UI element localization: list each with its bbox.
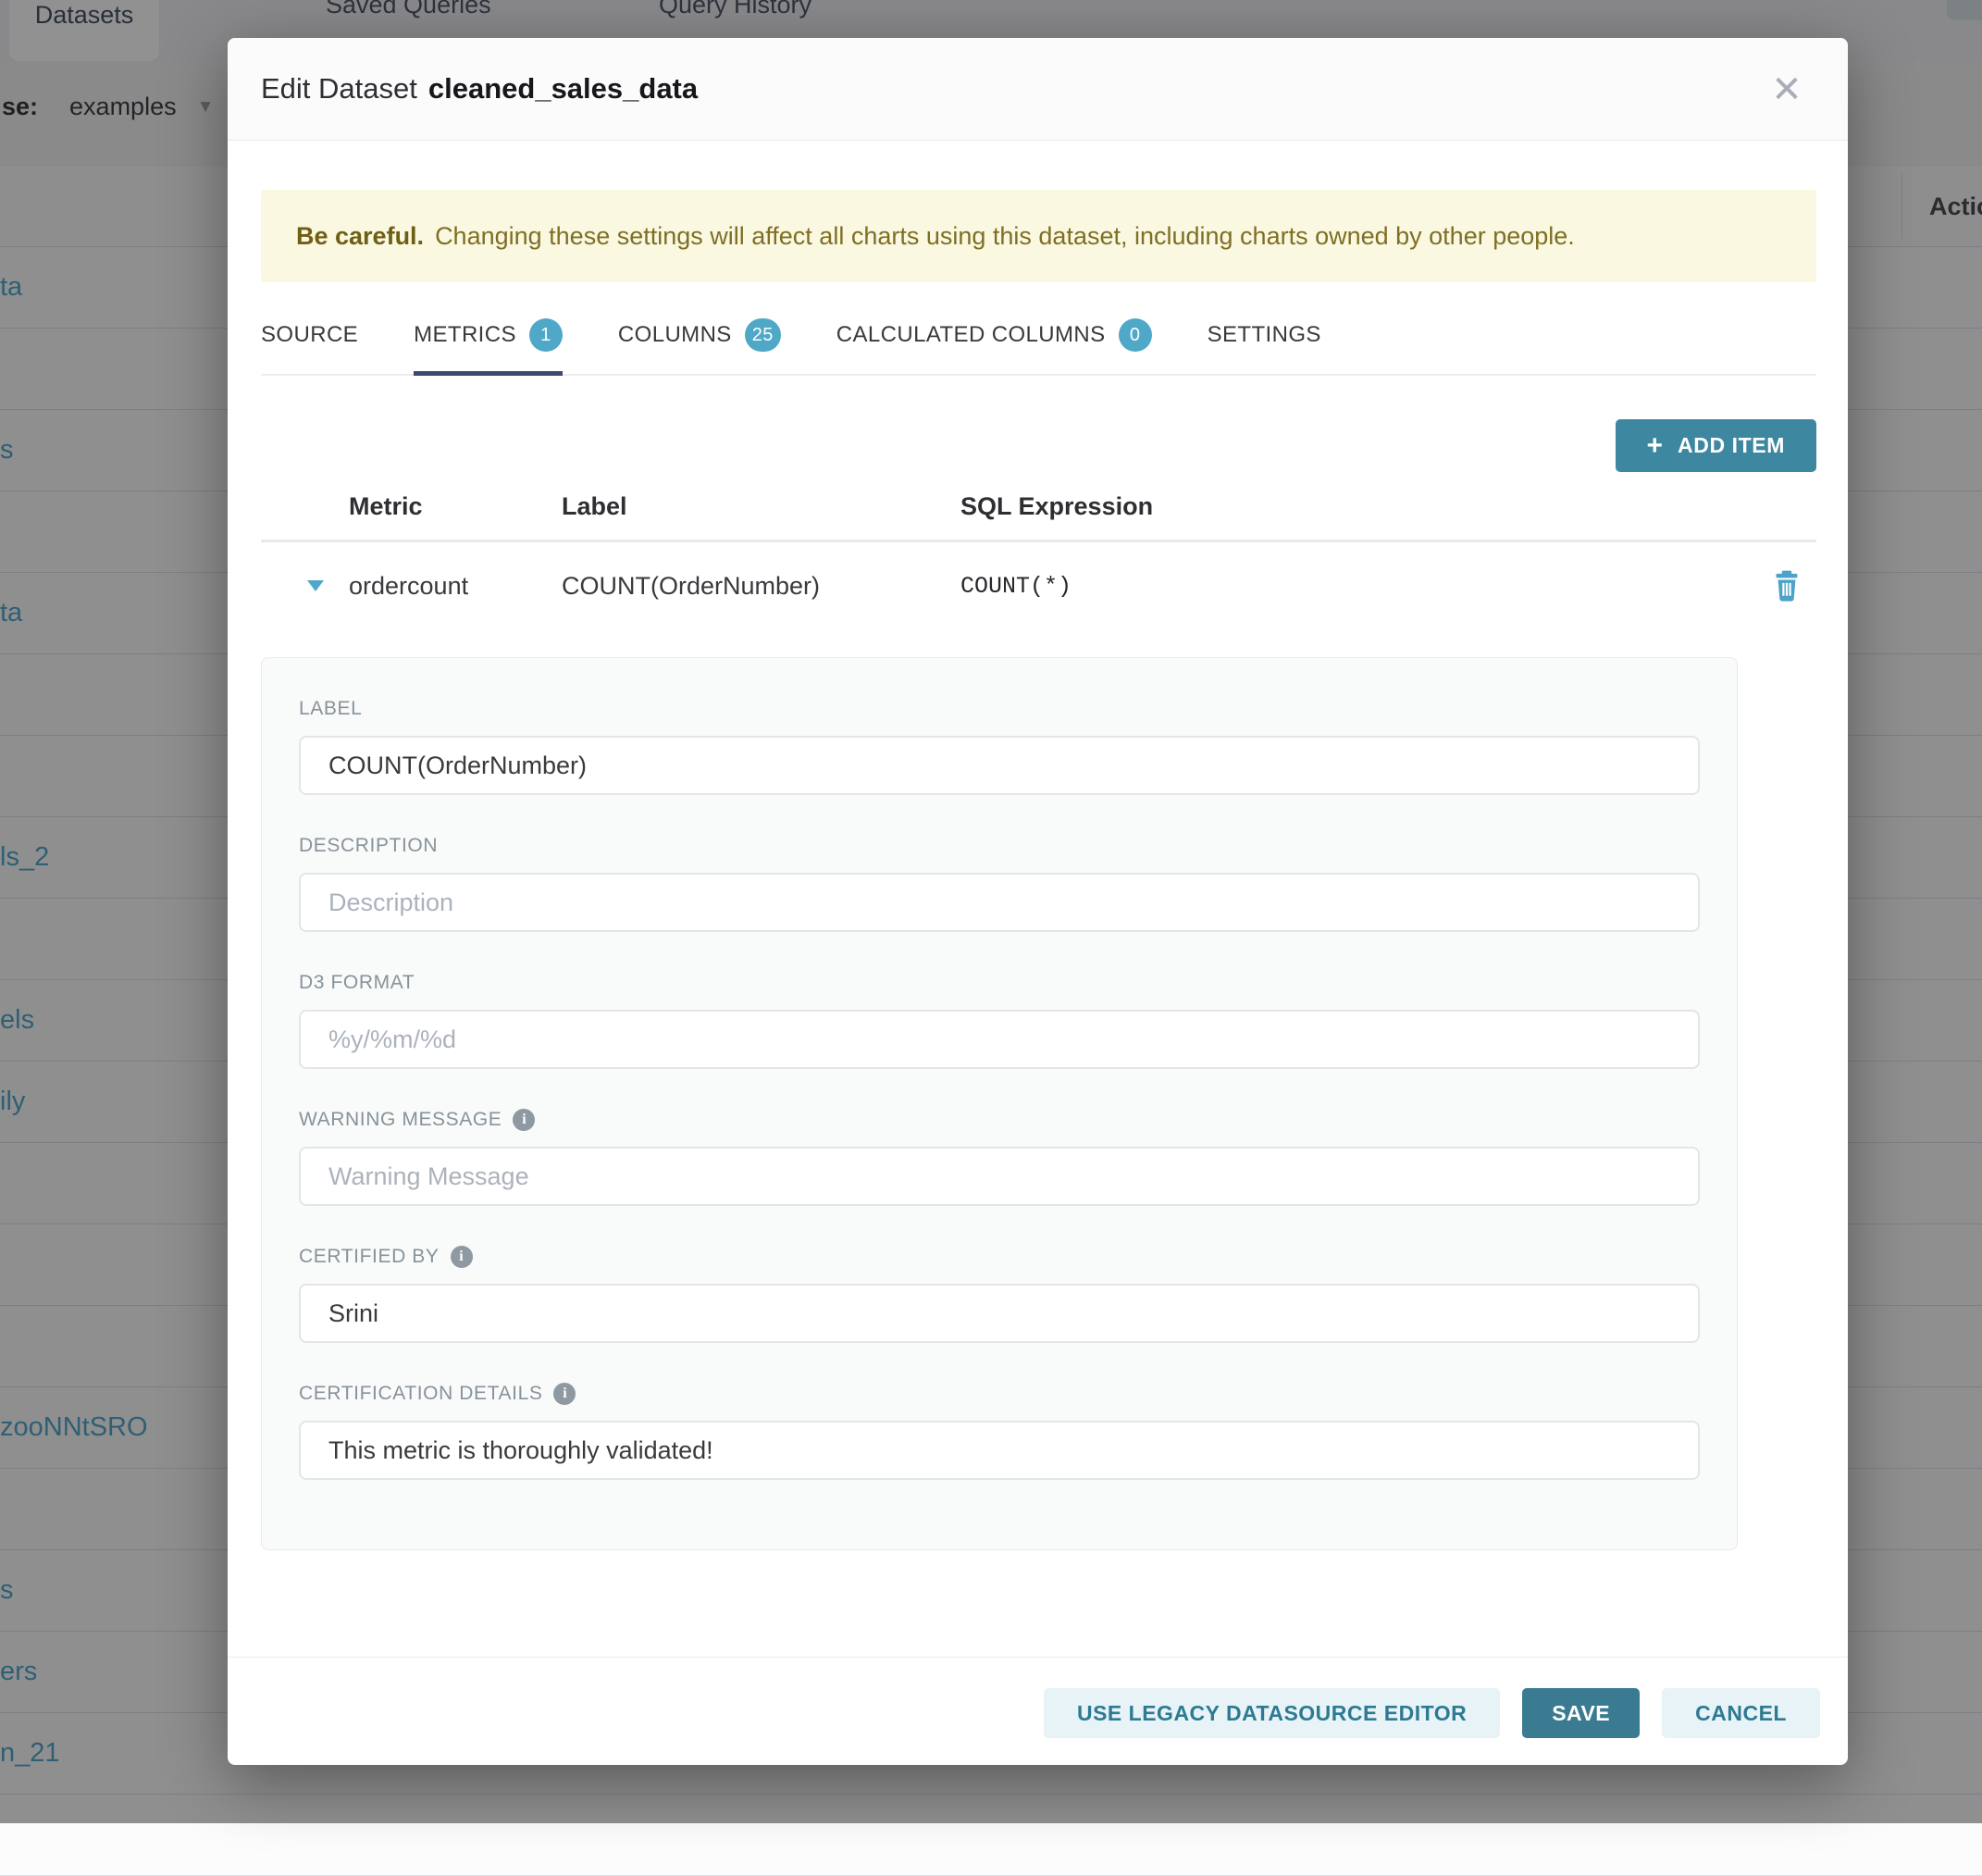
description-input[interactable] [299,873,1700,932]
save-button[interactable]: SAVE [1522,1688,1640,1738]
certified-by-field-title: CERTIFIED BY [299,1246,440,1268]
close-icon: ✕ [1771,71,1802,108]
tab-source-label: SOURCE [261,322,358,348]
modal-footer: USE LEGACY DATASOURCE EDITOR SAVE CANCEL [1044,1688,1820,1738]
metric-edit-panel: LABEL DESCRIPTION D3 FORMAT WARNING MESS… [261,657,1738,1550]
d3-format-field-group: D3 FORMAT [299,971,1700,1069]
tab-settings-label: SETTINGS [1208,322,1321,348]
columns-count-badge: 25 [745,318,781,352]
tab-source[interactable]: SOURCE [261,305,358,374]
delete-metric-button[interactable] [1772,570,1802,602]
tab-columns[interactable]: COLUMNS 25 [618,305,781,374]
certification-details-field-title: CERTIFICATION DETAILS [299,1383,542,1405]
warning-message-field-group: WARNING MESSAGE i [299,1108,1700,1206]
certification-details-field-group: CERTIFICATION DETAILS i [299,1382,1700,1480]
description-field-title: DESCRIPTION [299,835,438,857]
add-item-label: ADD ITEM [1678,433,1785,458]
use-legacy-datasource-editor-button[interactable]: USE LEGACY DATASOURCE EDITOR [1044,1688,1500,1738]
metrics-count-badge: 1 [529,318,563,352]
d3-format-input[interactable] [299,1010,1700,1069]
modal-tabs: SOURCE METRICS 1 COLUMNS 25 CALCULATED C… [261,305,1816,376]
modal-header: Edit Dataset cleaned_sales_data [228,38,1848,141]
info-icon[interactable]: i [513,1109,535,1131]
info-icon[interactable]: i [451,1246,473,1268]
footer-divider [228,1657,1848,1658]
metric-label-cell: COUNT(OrderNumber) [562,572,960,601]
metric-name-cell: ordercount [349,572,562,601]
metrics-table-header: Metric Label SQL Expression [261,473,1816,542]
close-button[interactable]: ✕ [1763,66,1811,114]
label-field-group: LABEL [299,697,1700,795]
label-field-title: LABEL [299,698,362,720]
warning-banner-bold: Be careful. [296,222,424,251]
certified-by-field-group: CERTIFIED BY i [299,1245,1700,1343]
sql-expression-column-header: SQL Expression [960,492,1761,521]
modal-title-dataset-name: cleaned_sales_data [428,72,698,106]
edit-dataset-modal: Edit Dataset cleaned_sales_data ✕ Be car… [228,38,1848,1765]
metrics-table: Metric Label SQL Expression ordercount C… [261,473,1816,629]
tab-metrics[interactable]: METRICS 1 [414,305,563,374]
tab-calculated-columns-label: CALCULATED COLUMNS [836,322,1106,348]
label-input[interactable] [299,736,1700,795]
modal-title-prefix: Edit Dataset [261,72,417,106]
info-icon[interactable]: i [553,1383,576,1405]
metric-sql-cell: COUNT(*) [960,573,1761,600]
calculated-columns-count-badge: 0 [1119,318,1152,352]
metric-column-header: Metric [349,492,562,521]
cancel-button[interactable]: CANCEL [1662,1688,1820,1738]
certification-details-input[interactable] [299,1421,1700,1480]
warning-message-field-title: WARNING MESSAGE [299,1109,502,1131]
tab-settings[interactable]: SETTINGS [1208,305,1321,374]
d3-format-field-title: D3 FORMAT [299,972,415,994]
collapse-caret-icon[interactable] [307,580,324,591]
warning-banner-text: Changing these settings will affect all … [435,222,1575,251]
label-column-header: Label [562,492,960,521]
add-item-button[interactable]: + ADD ITEM [1616,419,1817,472]
tab-calculated-columns[interactable]: CALCULATED COLUMNS 0 [836,305,1152,374]
warning-message-input[interactable] [299,1147,1700,1206]
certified-by-input[interactable] [299,1284,1700,1343]
warning-banner: Be careful. Changing these settings will… [261,190,1816,282]
tab-metrics-label: METRICS [414,322,516,348]
plus-icon: + [1647,432,1664,460]
tab-columns-label: COLUMNS [618,322,732,348]
metric-row: ordercount COUNT(OrderNumber) COUNT(*) [261,542,1816,629]
trash-icon [1772,570,1802,602]
description-field-group: DESCRIPTION [299,834,1700,932]
